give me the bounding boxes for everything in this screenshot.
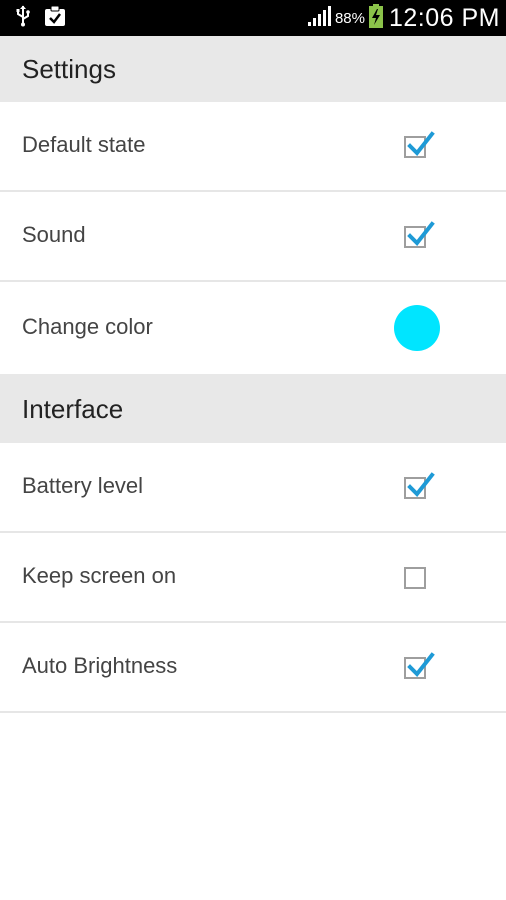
clock: 12:06 PM bbox=[388, 3, 500, 32]
battery-level-label: Battery level bbox=[22, 473, 144, 498]
clipboard-icon bbox=[44, 5, 66, 32]
status-left-icons bbox=[14, 5, 66, 32]
battery-level-row[interactable]: Battery level bbox=[0, 443, 506, 533]
keep-screen-on-checkbox[interactable] bbox=[404, 567, 426, 589]
change-color-row[interactable]: Change color bbox=[0, 282, 506, 374]
interface-section-title: Interface bbox=[22, 394, 124, 424]
battery-charging-icon bbox=[368, 3, 383, 33]
sound-row[interactable]: Sound bbox=[0, 192, 506, 282]
checkmark-icon bbox=[407, 221, 435, 247]
default-state-checkbox[interactable] bbox=[404, 131, 435, 158]
keep-screen-on-label: Keep screen on bbox=[22, 563, 177, 588]
signal-icon bbox=[307, 5, 331, 32]
sound-checkbox[interactable] bbox=[404, 221, 435, 248]
checkmark-icon bbox=[407, 131, 435, 157]
settings-section-title: Settings bbox=[22, 54, 116, 84]
change-color-label: Change color bbox=[22, 314, 153, 339]
auto-brightness-checkbox[interactable] bbox=[404, 652, 435, 679]
status-right-icons: 88% 12:06 PM bbox=[307, 3, 500, 33]
default-state-label: Default state bbox=[22, 132, 146, 157]
settings-section-header: Settings bbox=[0, 36, 506, 102]
default-state-row[interactable]: Default state bbox=[0, 102, 506, 192]
auto-brightness-row[interactable]: Auto Brightness bbox=[0, 623, 506, 713]
battery-percent: 88% bbox=[334, 9, 365, 27]
color-swatch[interactable] bbox=[394, 305, 440, 351]
sound-label: Sound bbox=[22, 222, 86, 247]
auto-brightness-label: Auto Brightness bbox=[22, 653, 178, 678]
battery-level-checkbox[interactable] bbox=[404, 472, 435, 499]
checkmark-icon bbox=[407, 472, 435, 498]
checkmark-icon bbox=[407, 652, 435, 678]
usb-icon bbox=[14, 5, 32, 32]
interface-section-header: Interface bbox=[0, 374, 506, 443]
status-bar: 88% 12:06 PM bbox=[0, 0, 506, 36]
keep-screen-on-row[interactable]: Keep screen on bbox=[0, 533, 506, 623]
